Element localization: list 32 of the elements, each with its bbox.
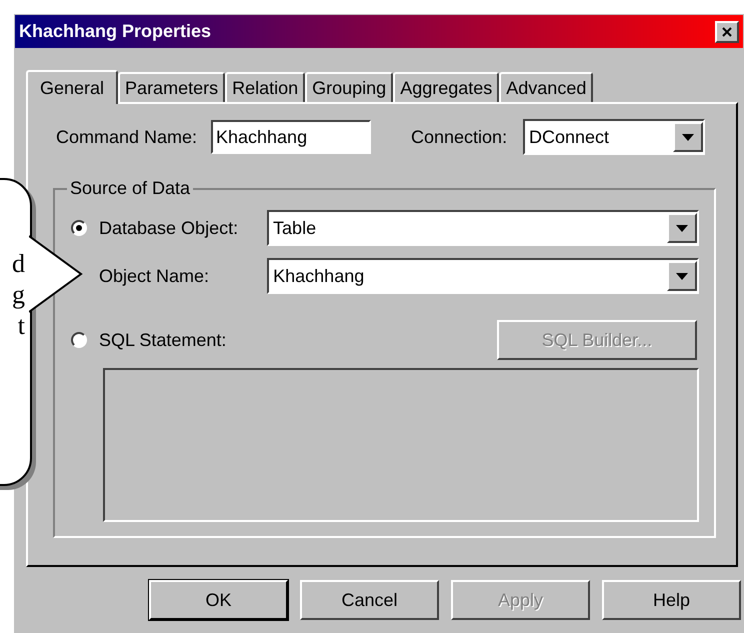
caret-down-icon xyxy=(676,272,688,280)
bubble-text: t xyxy=(18,310,25,341)
radio-label: SQL Statement: xyxy=(99,328,226,352)
radio-button[interactable] xyxy=(71,220,87,236)
dialog-button[interactable]: Cancel xyxy=(300,580,439,620)
tab[interactable]: Aggregates xyxy=(393,72,500,102)
close-icon xyxy=(722,26,732,36)
caret-down-icon xyxy=(682,134,694,140)
dropdown-field[interactable]: Khachhang xyxy=(267,258,699,294)
tab[interactable]: Parameters xyxy=(118,72,226,102)
window-title: Khachhang Properties xyxy=(19,20,212,43)
tab[interactable]: Relation xyxy=(225,72,306,102)
tab[interactable]: General xyxy=(26,70,118,104)
radio-button[interactable] xyxy=(71,332,87,348)
dropdown-button[interactable] xyxy=(667,261,697,291)
caret-down-icon xyxy=(676,224,688,232)
dialog-button[interactable]: Help xyxy=(602,580,741,620)
close-button[interactable] xyxy=(715,20,739,42)
input-field[interactable]: Khachhang xyxy=(211,120,371,154)
dropdown-field[interactable]: Table xyxy=(267,210,699,246)
tab[interactable]: Advanced xyxy=(499,72,594,102)
radio-label: Database Object: xyxy=(99,216,238,240)
field-label: Command Name: xyxy=(55,126,198,148)
dropdown-button[interactable] xyxy=(673,122,703,152)
dialog-button[interactable]: OK xyxy=(149,580,288,620)
field-label: Object Name: xyxy=(98,264,210,288)
field-label: Connection: xyxy=(411,126,508,148)
bubble-text: d xyxy=(12,248,25,279)
tab[interactable]: Grouping xyxy=(305,72,394,102)
bubble-text: g xyxy=(12,279,25,310)
dropdown-field[interactable]: DConnect xyxy=(523,119,705,155)
dropdown-button[interactable] xyxy=(667,213,697,243)
